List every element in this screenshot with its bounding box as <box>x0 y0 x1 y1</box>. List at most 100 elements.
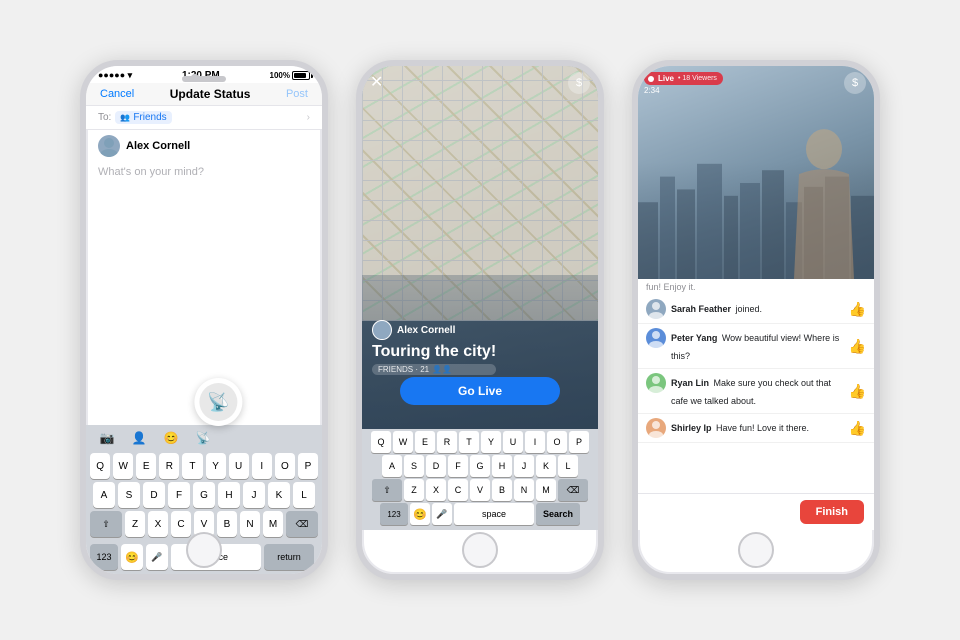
key-z[interactable]: Z <box>125 511 145 537</box>
finish-button[interactable]: Finish <box>800 500 864 524</box>
key2-s[interactable]: S <box>404 455 424 477</box>
key-k[interactable]: K <box>268 482 290 508</box>
key-q[interactable]: Q <box>90 453 110 479</box>
key2-j[interactable]: J <box>514 455 534 477</box>
emoji-icon[interactable]: 😊 <box>160 429 182 447</box>
live-badge: Live • 18 Viewers <box>644 72 723 85</box>
key-n[interactable]: N <box>240 511 260 537</box>
live-broadcast-icon[interactable]: 📡 <box>194 378 242 426</box>
key2-y[interactable]: Y <box>481 431 501 453</box>
key2-x[interactable]: X <box>426 479 446 501</box>
key-123[interactable]: 123 <box>90 544 118 570</box>
key2-i[interactable]: I <box>525 431 545 453</box>
finish-bar: Finish <box>638 493 874 530</box>
key2-mic[interactable]: 🎤 <box>432 503 452 525</box>
key2-m[interactable]: M <box>536 479 556 501</box>
key2-q[interactable]: Q <box>371 431 391 453</box>
coins-button[interactable]: $ <box>568 72 590 94</box>
battery-icon <box>292 71 310 80</box>
post-button[interactable]: Post <box>286 88 308 100</box>
key-e[interactable]: E <box>136 453 156 479</box>
key2-delete[interactable]: ⌫ <box>558 479 588 501</box>
key2-n[interactable]: N <box>514 479 534 501</box>
key-i[interactable]: I <box>252 453 272 479</box>
key2-t[interactable]: T <box>459 431 479 453</box>
key2-f[interactable]: F <box>448 455 468 477</box>
key-return[interactable]: return <box>264 544 314 570</box>
home-button-2[interactable] <box>462 532 498 568</box>
key2-r[interactable]: R <box>437 431 457 453</box>
phone2-body: ✕ $ Alex Cornell Touring the city! <box>362 66 598 530</box>
key2-p[interactable]: P <box>569 431 589 453</box>
key-g[interactable]: G <box>193 482 215 508</box>
friends-selector[interactable]: 👥 Friends <box>115 111 171 124</box>
keyboard-rows: Q W E R T Y U I O P A S D F G H <box>86 451 322 544</box>
key2-u[interactable]: U <box>503 431 523 453</box>
key2-h[interactable]: H <box>492 455 512 477</box>
key-t[interactable]: T <box>182 453 202 479</box>
key-d[interactable]: D <box>143 482 165 508</box>
key2-o[interactable]: O <box>547 431 567 453</box>
key2-z[interactable]: Z <box>404 479 424 501</box>
key-x[interactable]: X <box>148 511 168 537</box>
chevron-right-icon: › <box>307 112 310 123</box>
key-j[interactable]: J <box>243 482 265 508</box>
live-icon-placeholder[interactable]: 📡 <box>192 429 214 447</box>
like-icon-1[interactable]: 👍 <box>849 301 866 318</box>
live-label: Live <box>658 74 674 83</box>
key-h[interactable]: H <box>218 482 240 508</box>
key2-d[interactable]: D <box>426 455 446 477</box>
key-y[interactable]: Y <box>206 453 226 479</box>
key-f[interactable]: F <box>168 482 190 508</box>
key-m[interactable]: M <box>263 511 283 537</box>
key-u[interactable]: U <box>229 453 249 479</box>
key-shift[interactable]: ⇧ <box>90 511 122 537</box>
like-icon-4[interactable]: 👍 <box>849 420 866 437</box>
key-a[interactable]: A <box>93 482 115 508</box>
key-r[interactable]: R <box>159 453 179 479</box>
key-s[interactable]: S <box>118 482 140 508</box>
key2-w[interactable]: W <box>393 431 413 453</box>
comment-message-4: Have fun! Love it there. <box>716 423 809 433</box>
to-row: To: 👥 Friends › <box>86 106 322 130</box>
key2-b[interactable]: B <box>492 479 512 501</box>
key2-e[interactable]: E <box>415 431 435 453</box>
key2-emoji[interactable]: 😊 <box>410 503 430 525</box>
camera-icon[interactable]: 📷 <box>96 429 118 447</box>
coins-button-3[interactable]: $ <box>844 72 866 94</box>
comment-1: Sarah Feather joined. 👍 <box>638 295 874 324</box>
user-info-overlay: Alex Cornell Touring the city! FRIENDS ·… <box>372 320 496 375</box>
key2-k[interactable]: K <box>536 455 556 477</box>
go-live-button[interactable]: Go Live <box>400 377 560 405</box>
key2-a[interactable]: A <box>382 455 402 477</box>
search-button[interactable]: Search <box>536 503 580 525</box>
key-delete[interactable]: ⌫ <box>286 511 318 537</box>
key2-g[interactable]: G <box>470 455 490 477</box>
close-button[interactable]: ✕ <box>370 72 383 92</box>
key-l[interactable]: L <box>293 482 315 508</box>
like-icon-2[interactable]: 👍 <box>849 338 866 355</box>
like-icon-3[interactable]: 👍 <box>849 383 866 400</box>
key2-shift[interactable]: ⇧ <box>372 479 402 501</box>
friends-label: Friends <box>133 112 166 123</box>
key-p[interactable]: P <box>298 453 318 479</box>
key2-v[interactable]: V <box>470 479 490 501</box>
home-button-3[interactable] <box>738 532 774 568</box>
person-icon[interactable]: 👤 <box>128 429 150 447</box>
key2-l[interactable]: L <box>558 455 578 477</box>
key2-c[interactable]: C <box>448 479 468 501</box>
cancel-button[interactable]: Cancel <box>100 88 134 100</box>
phone-2: ✕ $ Alex Cornell Touring the city! <box>356 60 604 580</box>
key-c[interactable]: C <box>171 511 191 537</box>
home-button-1[interactable] <box>186 532 222 568</box>
comments-section: fun! Enjoy it. Sarah Feather joined. 👍 <box>638 279 874 493</box>
commenter-name-3: Ryan Lin <box>671 378 709 388</box>
phones-container: ●●●●● ▾ 1:20 PM 100% Cancel Update Statu… <box>0 0 960 640</box>
key2-123[interactable]: 123 <box>380 503 408 525</box>
key2-space[interactable]: space <box>454 503 534 525</box>
key-w[interactable]: W <box>113 453 133 479</box>
key-mic[interactable]: 🎤 <box>146 544 168 570</box>
key-emoji[interactable]: 😊 <box>121 544 143 570</box>
key-o[interactable]: O <box>275 453 295 479</box>
key-b[interactable]: B <box>217 511 237 537</box>
